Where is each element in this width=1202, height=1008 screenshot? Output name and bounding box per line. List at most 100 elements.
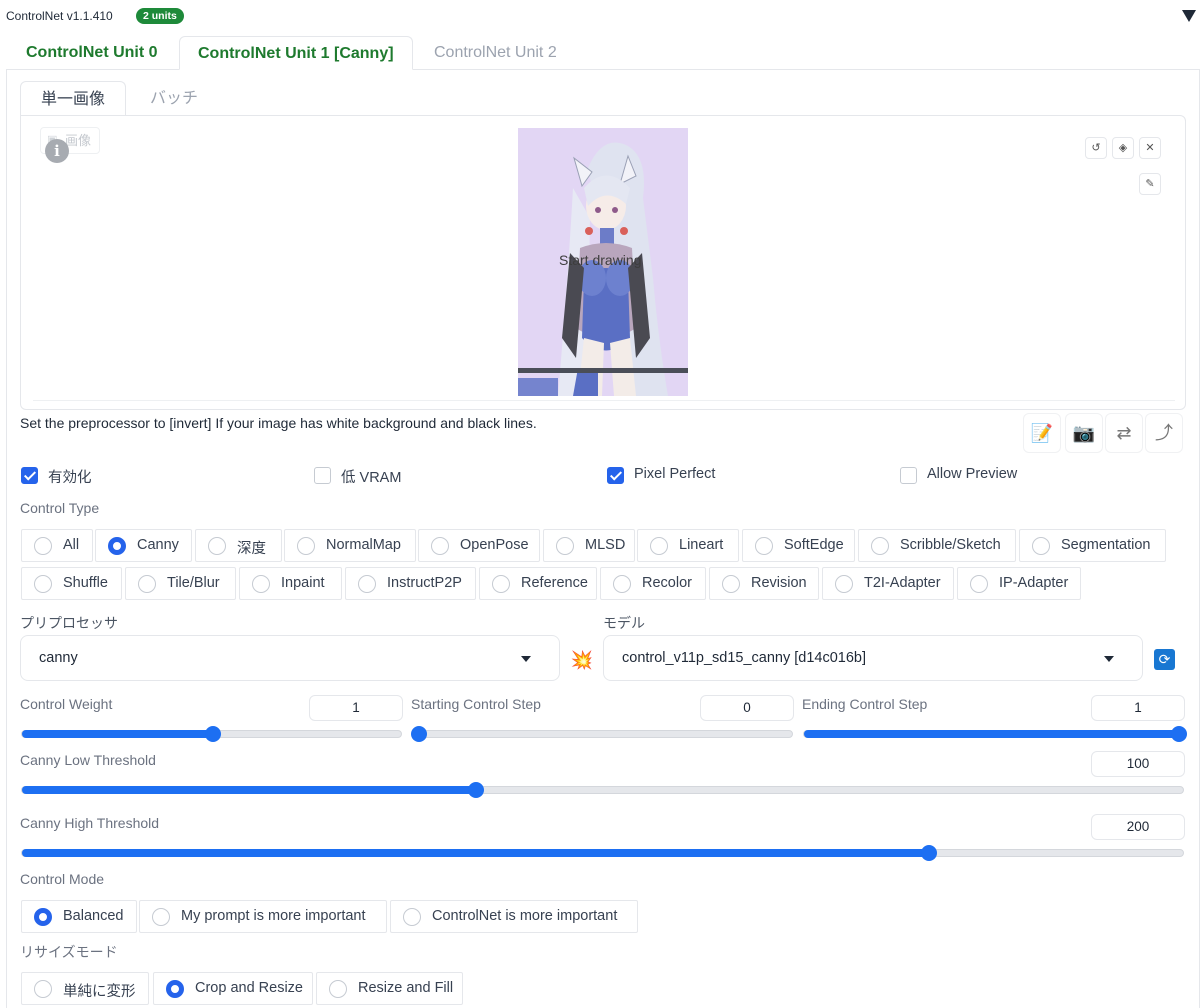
notepad-icon[interactable]: 📝 <box>1023 413 1061 453</box>
radio-label: My prompt is more important <box>181 908 366 924</box>
radio-label: Resize and Fill <box>358 980 454 996</box>
radio-button[interactable] <box>34 908 52 926</box>
preprocessor-value: canny <box>39 650 78 666</box>
resize-mode-crop-and-resize[interactable]: Crop and Resize <box>153 972 313 1005</box>
control-mode-balanced[interactable]: Balanced <box>21 900 137 933</box>
slider-thumb[interactable] <box>467 782 484 798</box>
control-type-openpose[interactable]: OpenPose <box>418 529 540 562</box>
tab-unit-0[interactable]: ControlNet Unit 0 <box>8 36 176 70</box>
tab-batch[interactable]: バッチ <box>130 81 218 116</box>
radio-button[interactable] <box>34 537 52 555</box>
low-vram-checkbox[interactable] <box>314 467 331 484</box>
canny-low-slider[interactable] <box>21 782 1184 798</box>
radio-button[interactable] <box>1032 537 1050 555</box>
allow-preview-checkbox[interactable] <box>900 467 917 484</box>
slider-thumb[interactable] <box>1171 726 1187 742</box>
radio-button[interactable] <box>152 908 170 926</box>
control-type-shuffle[interactable]: Shuffle <box>21 567 122 600</box>
control-weight-label: Control Weight <box>20 696 113 712</box>
send-dimensions-icon[interactable]: ⤴ <box>1145 413 1183 453</box>
ending-step-input[interactable]: 1 <box>1091 695 1185 721</box>
slider-thumb[interactable] <box>204 726 221 742</box>
starting-step-slider[interactable] <box>411 726 793 742</box>
control-type-revision[interactable]: Revision <box>709 567 819 600</box>
controlnet-accordion-header[interactable]: ControlNet v1.1.410 2 units <box>0 0 1202 32</box>
radio-button[interactable] <box>108 537 126 555</box>
resize-mode-resize-and-fill[interactable]: Resize and Fill <box>316 972 463 1005</box>
slider-thumb[interactable] <box>411 726 427 742</box>
control-type-tile-blur[interactable]: Tile/Blur <box>125 567 236 600</box>
control-type-lineart[interactable]: Lineart <box>637 529 739 562</box>
control-type-inpaint[interactable]: Inpaint <box>239 567 342 600</box>
radio-button[interactable] <box>252 575 270 593</box>
undo-icon[interactable]: ↺ <box>1085 137 1107 159</box>
control-type-canny[interactable]: Canny <box>95 529 192 562</box>
radio-button[interactable] <box>835 575 853 593</box>
control-mode-controlnet-is-more-important[interactable]: ControlNet is more important <box>390 900 638 933</box>
starting-step-input[interactable]: 0 <box>700 695 794 721</box>
enable-label: 有効化 <box>48 470 92 486</box>
control-type-normalmap[interactable]: NormalMap <box>284 529 416 562</box>
radio-label: ControlNet is more important <box>432 908 618 924</box>
model-dropdown[interactable]: control_v11p_sd15_canny [d14c016b] <box>603 635 1143 681</box>
control-type-scribble-sketch[interactable]: Scribble/Sketch <box>858 529 1016 562</box>
radio-button[interactable] <box>297 537 315 555</box>
radio-button[interactable] <box>613 575 631 593</box>
model-value: control_v11p_sd15_canny [d14c016b] <box>622 650 867 666</box>
radio-button[interactable] <box>138 575 156 593</box>
refresh-models-icon[interactable]: ⟳ <box>1154 649 1175 670</box>
radio-button[interactable] <box>492 575 510 593</box>
radio-label: All <box>63 537 80 553</box>
radio-label: Crop and Resize <box>195 980 303 996</box>
radio-button[interactable] <box>166 980 184 998</box>
control-type-all[interactable]: All <box>21 529 93 562</box>
control-type-instructp2p[interactable]: InstructP2P <box>345 567 476 600</box>
slider-thumb[interactable] <box>921 845 938 861</box>
swap-icon[interactable]: ⇄ <box>1105 413 1143 453</box>
control-type-ip-adapter[interactable]: IP-Adapter <box>957 567 1081 600</box>
camera-icon[interactable]: 📷 <box>1065 413 1103 453</box>
close-icon[interactable]: ✕ <box>1139 137 1161 159</box>
resize-mode-[interactable]: 単純に変形 <box>21 972 149 1005</box>
control-type-recolor[interactable]: Recolor <box>600 567 706 600</box>
control-weight-slider[interactable] <box>21 726 402 742</box>
enable-checkbox[interactable] <box>21 467 38 484</box>
radio-button[interactable] <box>722 575 740 593</box>
control-type-softedge[interactable]: SoftEdge <box>742 529 855 562</box>
tab-unit-2[interactable]: ControlNet Unit 2 <box>416 36 575 70</box>
preprocessor-label: プリプロセッサ <box>20 615 118 631</box>
radio-button[interactable] <box>650 537 668 555</box>
tab-unit-1[interactable]: ControlNet Unit 1 [Canny] <box>179 36 413 70</box>
tab-single-image[interactable]: 単一画像 <box>20 81 127 116</box>
control-type-t2i-adapter[interactable]: T2I-Adapter <box>822 567 954 600</box>
radio-button[interactable] <box>34 575 52 593</box>
radio-button[interactable] <box>970 575 988 593</box>
radio-button[interactable] <box>556 537 574 555</box>
preprocessor-dropdown[interactable]: canny <box>20 635 560 681</box>
info-icon[interactable]: i <box>45 139 69 163</box>
radio-button[interactable] <box>358 575 376 593</box>
brush-icon[interactable]: ✎ <box>1139 173 1161 195</box>
canny-high-input[interactable]: 200 <box>1091 814 1185 840</box>
control-mode-my-prompt-is-more-important[interactable]: My prompt is more important <box>139 900 387 933</box>
radio-button[interactable] <box>329 980 347 998</box>
radio-button[interactable] <box>34 980 52 998</box>
run-preprocessor-icon[interactable]: 💥 <box>569 648 595 672</box>
pixel-perfect-checkbox[interactable] <box>607 467 624 484</box>
ending-step-slider[interactable] <box>803 726 1187 742</box>
controlnet-title: ControlNet v1.1.410 <box>6 9 113 23</box>
eraser-icon[interactable]: ◈ <box>1112 137 1134 159</box>
collapse-arrow-icon[interactable] <box>1182 10 1196 22</box>
canny-low-input[interactable]: 100 <box>1091 751 1185 777</box>
control-type-segmentation[interactable]: Segmentation <box>1019 529 1166 562</box>
canny-high-slider[interactable] <box>21 845 1184 861</box>
radio-button[interactable] <box>871 537 889 555</box>
control-type-mlsd[interactable]: MLSD <box>543 529 635 562</box>
radio-button[interactable] <box>208 537 226 555</box>
radio-button[interactable] <box>431 537 449 555</box>
radio-button[interactable] <box>403 908 421 926</box>
control-type-[interactable]: 深度 <box>195 529 282 562</box>
control-type-reference[interactable]: Reference <box>479 567 597 600</box>
radio-button[interactable] <box>755 537 773 555</box>
control-weight-input[interactable]: 1 <box>309 695 403 721</box>
